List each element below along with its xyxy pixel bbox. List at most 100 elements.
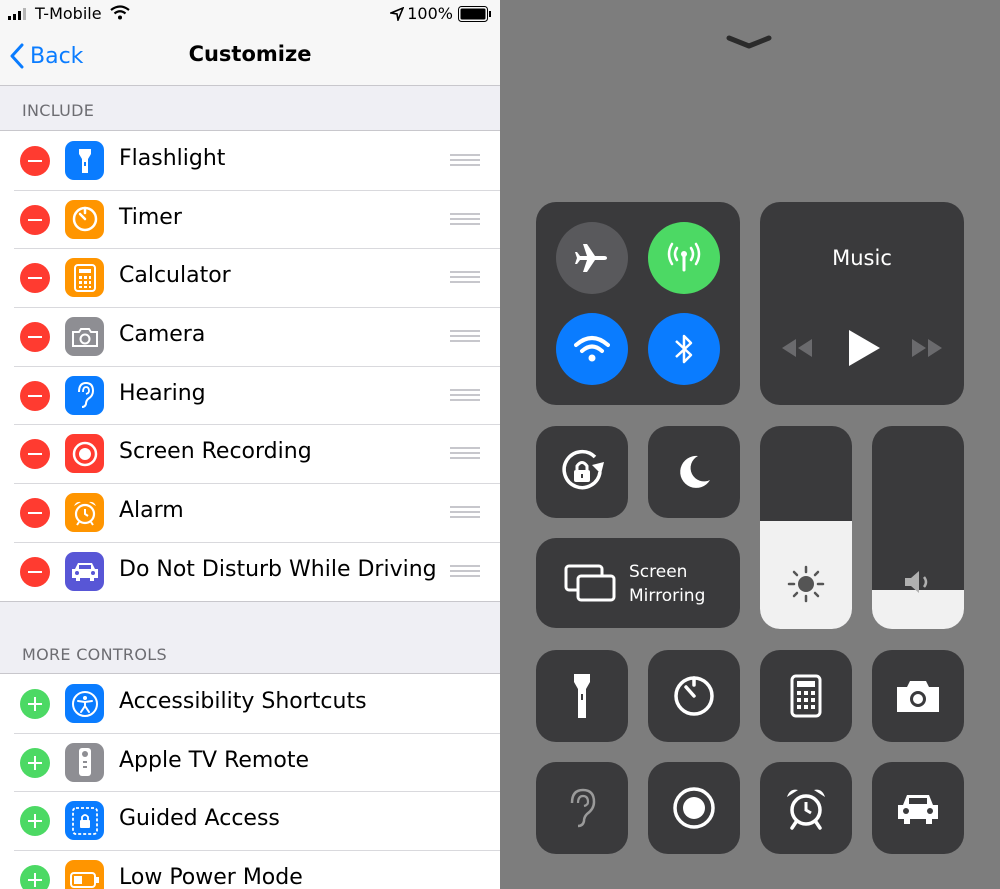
remove-button[interactable] <box>20 204 50 235</box>
list-item: Hearing <box>0 365 500 425</box>
more-controls-list: Accessibility Shortcuts Apple TV Remote … <box>0 673 500 889</box>
reorder-handle[interactable] <box>450 330 480 343</box>
battery-percent: 100% <box>407 4 453 23</box>
add-button[interactable] <box>20 865 50 889</box>
remove-button[interactable] <box>20 439 50 470</box>
airplane-icon <box>575 244 607 272</box>
hearing-button[interactable] <box>536 762 628 854</box>
airplane-mode-toggle[interactable] <box>556 222 628 294</box>
driving-button[interactable] <box>872 762 964 854</box>
remove-button[interactable] <box>20 322 50 353</box>
add-button[interactable] <box>20 689 50 719</box>
signal-icon <box>8 8 26 20</box>
screen-mirroring-line1: Screen <box>629 562 688 582</box>
reorder-handle[interactable] <box>450 447 480 460</box>
item-label: Apple TV Remote <box>119 747 309 773</box>
remove-button[interactable] <box>20 380 50 411</box>
reorder-handle[interactable] <box>450 212 480 226</box>
brightness-slider[interactable] <box>760 426 852 629</box>
remove-button[interactable] <box>20 556 50 587</box>
list-item: Timer <box>0 189 500 249</box>
item-label: Low Power Mode <box>119 865 303 889</box>
orientation-lock-icon <box>562 449 604 490</box>
item-label: Alarm <box>119 498 184 524</box>
alarm-icon <box>787 789 825 830</box>
list-item: Accessibility Shortcuts <box>0 674 500 733</box>
remove-button[interactable] <box>20 146 50 176</box>
item-label: Calculator <box>119 263 231 289</box>
screen-recording-button[interactable] <box>648 762 740 854</box>
item-label: Hearing <box>119 380 206 406</box>
list-item: Guided Access <box>0 791 500 850</box>
screen-mirroring-line2: Mirroring <box>629 586 706 606</box>
screen-mirroring-label: Screen Mirroring <box>629 560 705 608</box>
page-title: Customize <box>188 42 312 66</box>
add-button[interactable] <box>20 747 50 778</box>
list-item: Do Not Disturb While Driving <box>0 541 500 601</box>
bluetooth-toggle[interactable] <box>648 313 720 385</box>
flashlight-button[interactable] <box>536 650 628 742</box>
fast-forward-icon[interactable] <box>910 337 944 359</box>
list-item: Screen Recording <box>0 424 500 483</box>
status-bar: T-Mobile 100% <box>0 0 500 28</box>
do-not-disturb-button[interactable] <box>648 426 740 518</box>
car-icon <box>65 551 104 591</box>
reorder-handle[interactable] <box>450 154 480 167</box>
wifi-toggle[interactable] <box>556 313 628 385</box>
battery-icon <box>65 860 104 889</box>
record-icon <box>65 434 104 474</box>
ear-icon <box>65 375 104 415</box>
remove-button[interactable] <box>20 263 50 294</box>
reorder-handle[interactable] <box>450 271 480 284</box>
reorder-handle[interactable] <box>450 564 480 578</box>
screen-mirroring-button[interactable]: Screen Mirroring <box>536 538 740 628</box>
list-item: Low Power Mode <box>0 850 500 889</box>
remove-button[interactable] <box>20 498 50 529</box>
carrier-label: T-Mobile <box>35 4 102 23</box>
list-item: Calculator <box>0 248 500 307</box>
music-label: Music <box>832 246 892 270</box>
volume-slider[interactable] <box>872 426 964 629</box>
calculator-button[interactable] <box>760 650 852 742</box>
item-label: Guided Access <box>119 806 280 832</box>
screen-mirroring-icon <box>564 564 616 602</box>
wifi-status-icon <box>110 5 130 20</box>
timer-button[interactable] <box>648 650 740 742</box>
connectivity-tile <box>536 202 740 405</box>
rewind-icon[interactable] <box>780 337 814 359</box>
car-icon <box>898 795 938 824</box>
alarm-button[interactable] <box>760 762 852 854</box>
reorder-handle[interactable] <box>450 388 480 402</box>
remote-icon <box>65 742 104 782</box>
play-icon[interactable] <box>846 328 882 368</box>
timer-icon <box>65 199 104 239</box>
list-item: Apple TV Remote <box>0 732 500 792</box>
accessibility-icon <box>65 684 104 723</box>
list-item: Camera <box>0 307 500 366</box>
item-label: Flashlight <box>119 146 226 171</box>
add-button[interactable] <box>20 806 50 837</box>
calculator-icon <box>65 258 104 298</box>
wifi-icon <box>574 336 610 362</box>
reorder-handle[interactable] <box>450 506 480 519</box>
music-tile[interactable]: Music <box>760 202 964 405</box>
camera-icon <box>65 317 104 357</box>
timer-icon <box>674 676 714 716</box>
bluetooth-icon <box>675 334 693 364</box>
ear-icon <box>570 788 596 828</box>
camera-button[interactable] <box>872 650 964 742</box>
flashlight-icon <box>65 141 104 180</box>
calculator-icon <box>790 674 822 718</box>
flashlight-icon <box>574 674 590 718</box>
list-item: Flashlight <box>0 131 500 190</box>
cellular-data-toggle[interactable] <box>648 222 720 294</box>
navigation-bar: Back Customize <box>0 28 500 86</box>
lock-icon <box>65 801 104 841</box>
battery-icon <box>458 6 491 22</box>
control-center-panel: Music Screen Mirroring <box>500 0 1000 889</box>
chevron-down-icon[interactable] <box>725 34 773 50</box>
include-section-header: INCLUDE <box>22 101 95 120</box>
item-label: Accessibility Shortcuts <box>119 689 367 714</box>
camera-icon <box>897 681 939 712</box>
orientation-lock-button[interactable] <box>536 426 628 518</box>
